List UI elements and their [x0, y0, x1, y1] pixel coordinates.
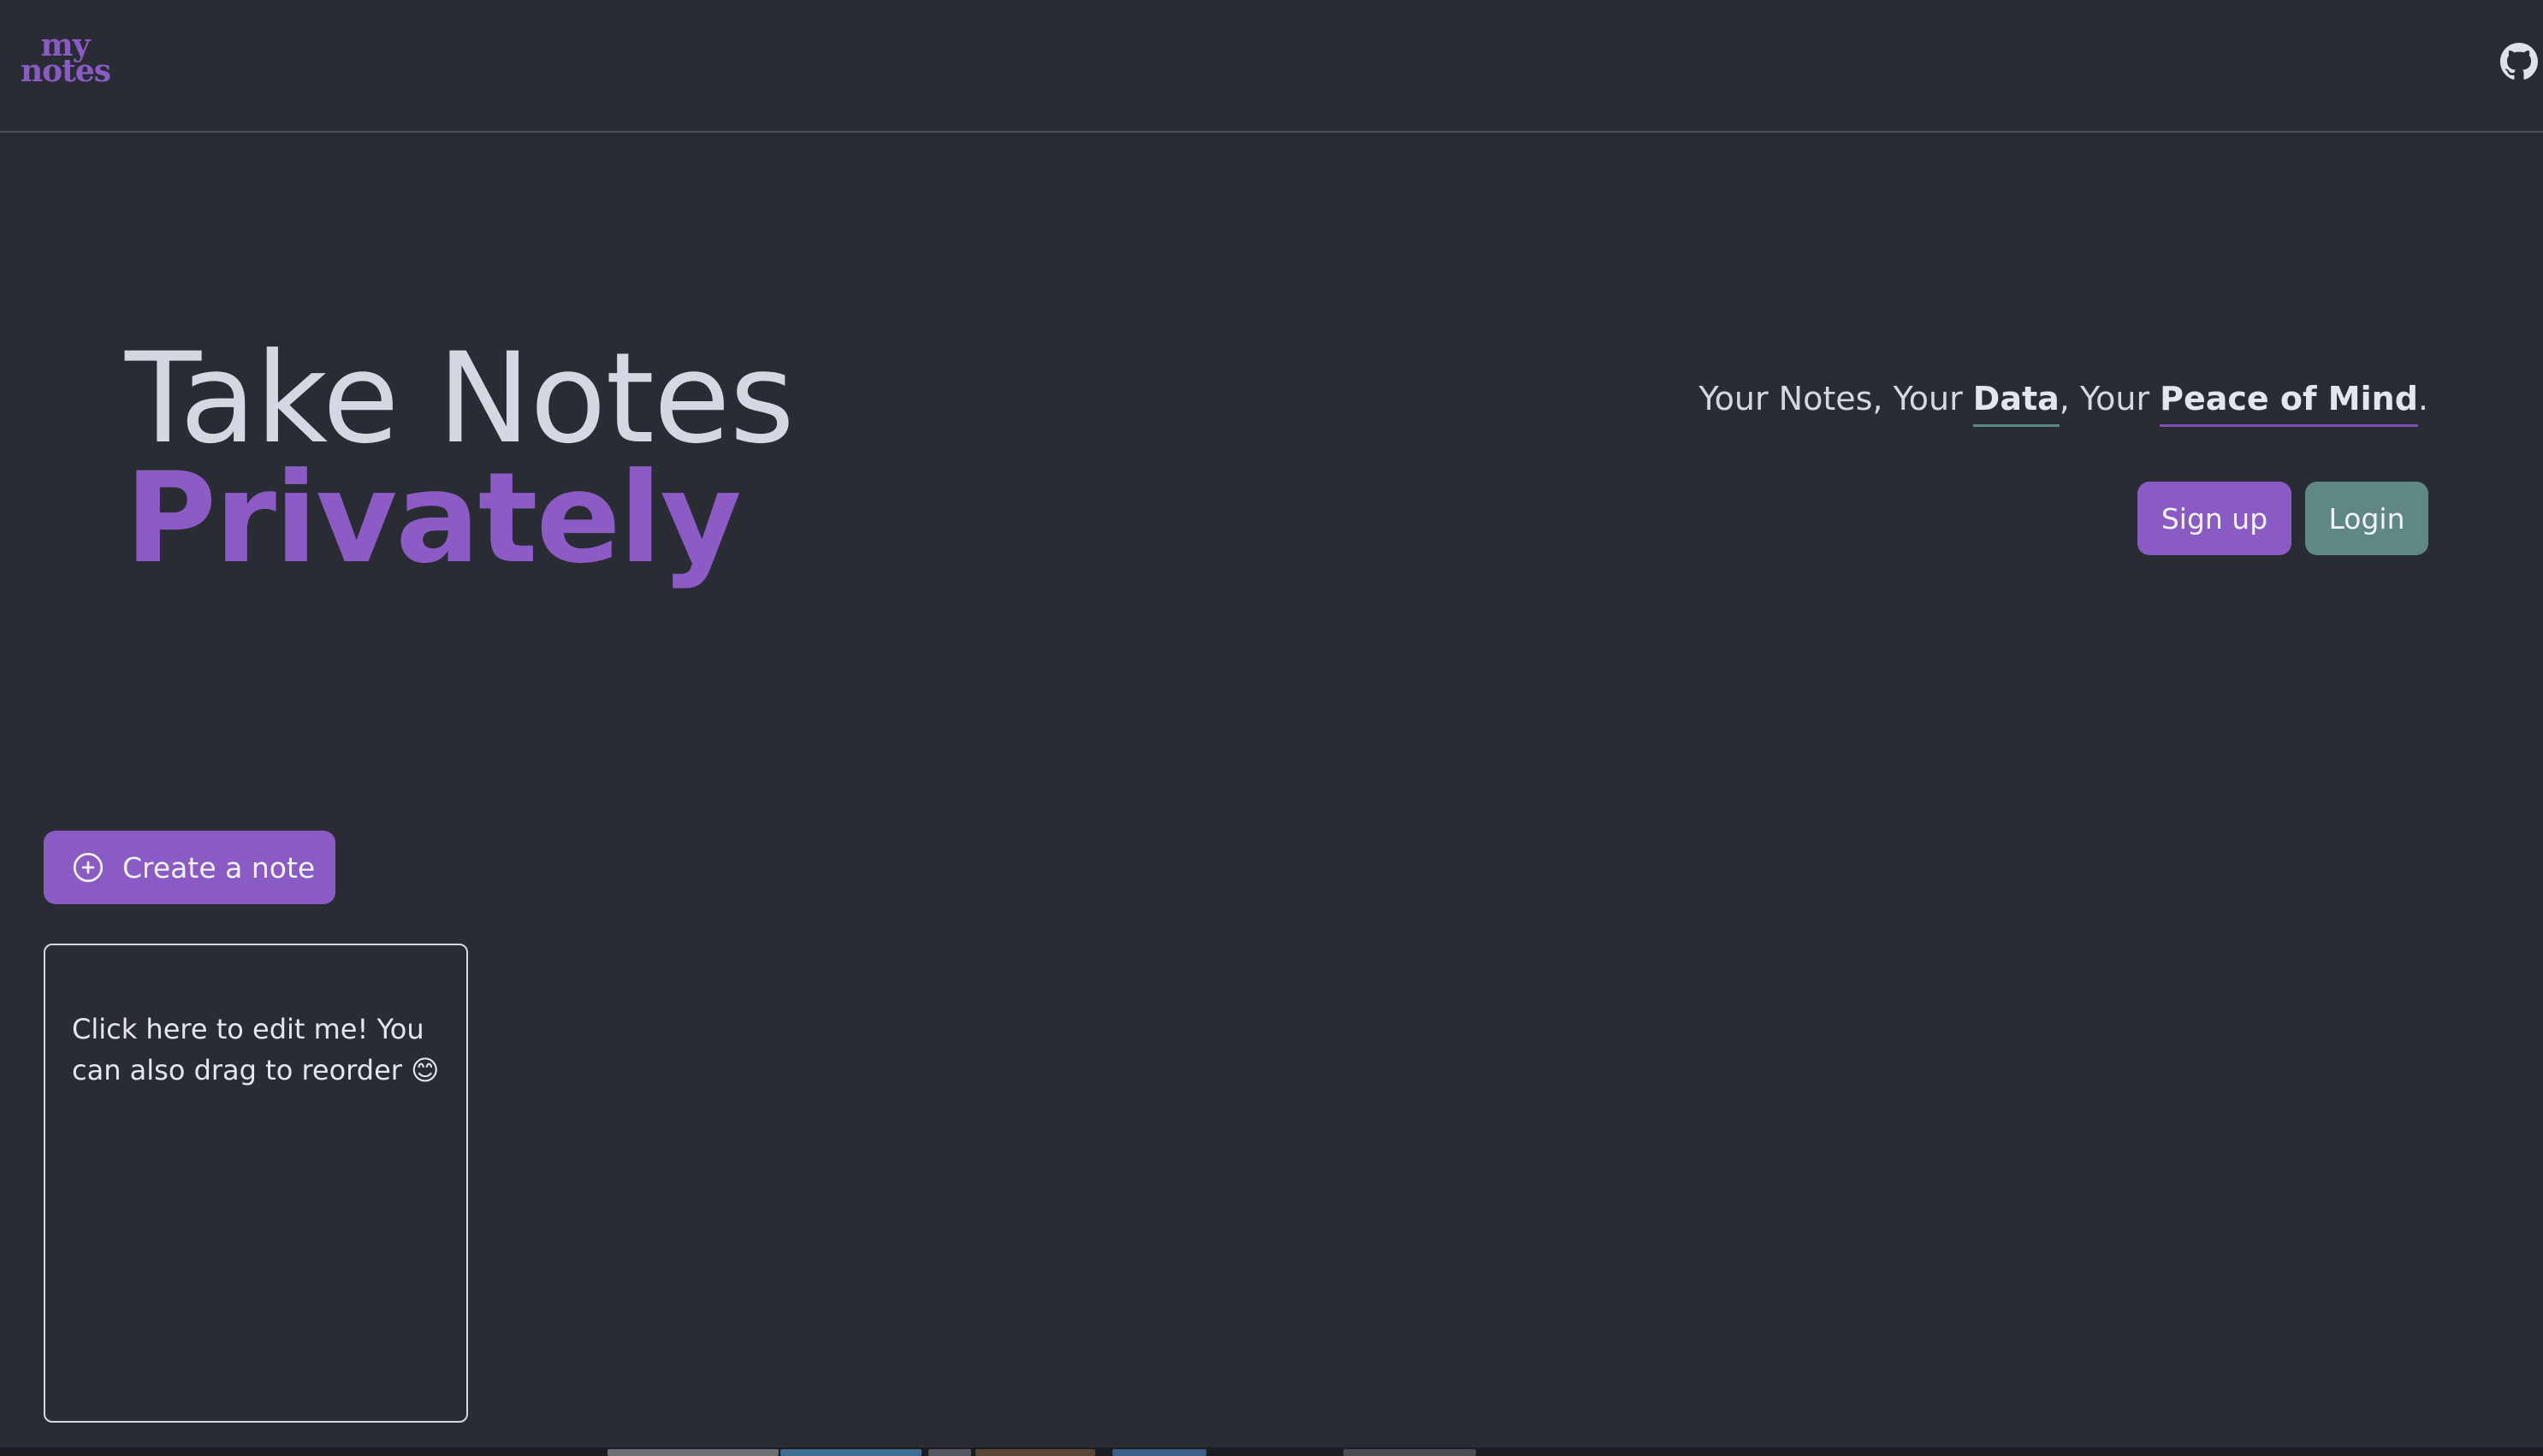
signup-button[interactable]: Sign up: [2137, 482, 2291, 555]
create-note-label: Create a note: [122, 850, 316, 885]
create-note-button[interactable]: Create a note: [44, 831, 335, 904]
top-navbar: my notes: [0, 0, 2543, 133]
tagline-part2: , Your: [2059, 380, 2161, 417]
tagline-part3: .: [2417, 380, 2428, 417]
app-window: my notes Take Notes Privately Your Notes…: [0, 0, 2543, 1447]
github-icon[interactable]: [2500, 43, 2538, 80]
app-logo[interactable]: my notes: [21, 30, 111, 89]
note-card[interactable]: Click here to edit me! You can also drag…: [44, 944, 468, 1423]
hero-title: Take Notes Privately: [125, 336, 795, 591]
plus-circle-icon: [73, 852, 104, 883]
tagline-data-highlight: Data: [1972, 380, 2060, 427]
auth-buttons: Sign up Login: [2137, 482, 2428, 555]
note-text: Click here to edit me! You can also drag…: [72, 1013, 440, 1086]
tagline: Your Notes, Your Data, Your Peace of Min…: [1698, 380, 2428, 427]
tagline-peace-highlight: Peace of Mind: [2160, 380, 2418, 427]
logo-line-notes: notes: [21, 53, 111, 89]
login-button[interactable]: Login: [2305, 482, 2428, 555]
desktop-background-strip: [0, 1447, 2543, 1456]
tagline-part1: Your Notes, Your: [1698, 380, 1973, 417]
hero-title-accent: Privately: [125, 446, 742, 591]
